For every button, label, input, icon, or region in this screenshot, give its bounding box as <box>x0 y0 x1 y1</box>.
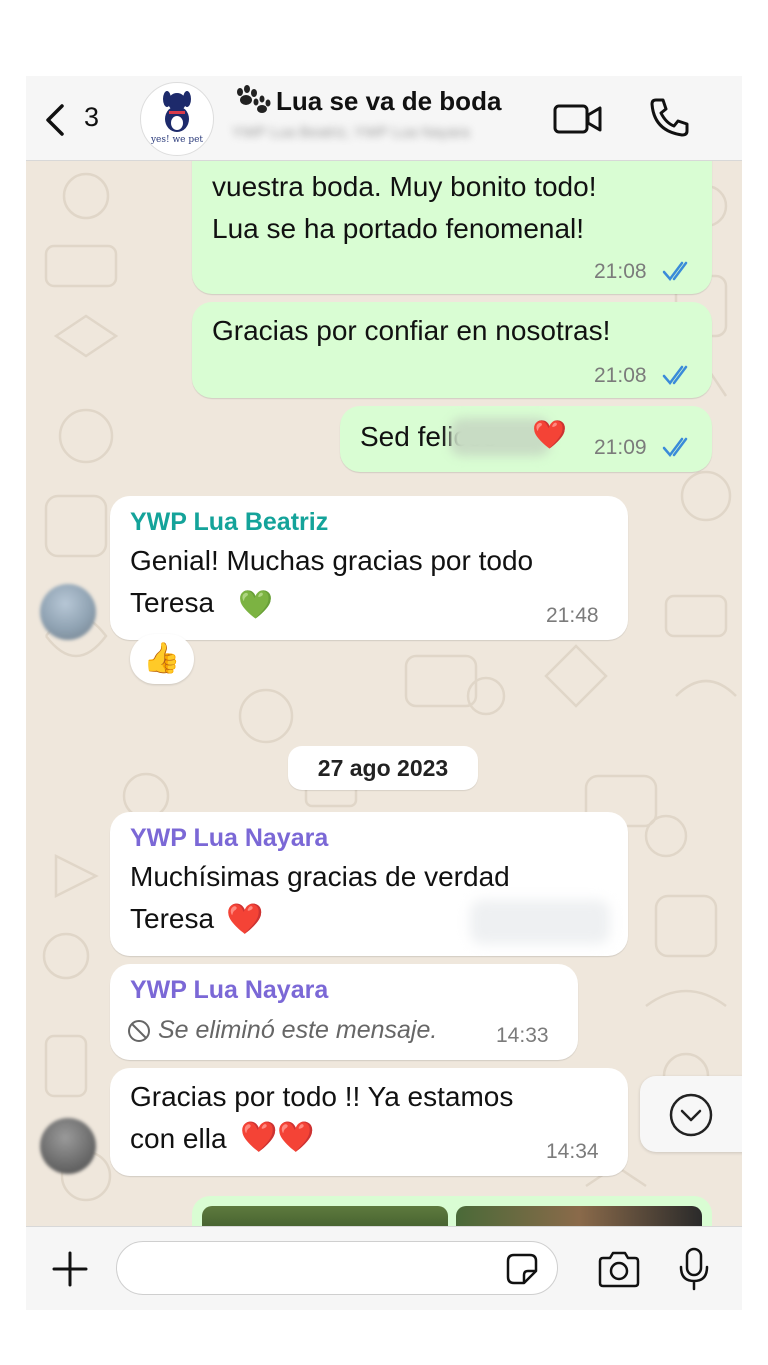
incoming-message[interactable]: YWP Lua Nayara Muchísimas gracias de ver… <box>110 812 628 956</box>
message-time: 21:48 <box>546 604 599 627</box>
group-subtitle[interactable]: YWP Lua Beatriz, YWP Lua Nayara <box>232 124 532 146</box>
sticker-icon[interactable] <box>504 1251 540 1287</box>
green-heart-emoji: 💚 <box>238 589 273 620</box>
heart-emoji: ❤️ <box>226 903 264 936</box>
group-title[interactable]: Lua se va de boda <box>276 86 501 117</box>
logo-text: yes! we pet <box>150 135 204 145</box>
check-double-icon <box>662 437 688 457</box>
message-time: 21:08 <box>594 260 647 283</box>
message-input[interactable] <box>116 1241 558 1295</box>
dog-logo-icon <box>163 91 191 132</box>
incoming-message[interactable]: YWP Lua Beatriz Genial! Muchas gracias p… <box>110 496 628 640</box>
paw-icon <box>237 85 271 113</box>
avatar[interactable] <box>40 584 96 640</box>
message-text: Lua se ha portado fenomenal! <box>212 213 585 244</box>
chevron-down-icon <box>669 1093 713 1137</box>
video-icon[interactable] <box>552 98 604 138</box>
avatar[interactable] <box>40 1118 96 1174</box>
message-text: con ella <box>130 1123 227 1154</box>
scroll-to-bottom-button[interactable] <box>640 1076 742 1152</box>
message-text: vuestra boda. Muy bonito todo! <box>212 171 597 202</box>
message-time: 14:33 <box>496 1024 549 1047</box>
thumbs-up-icon[interactable]: 👍 <box>130 634 194 684</box>
message-text: Gracias por confiar en nosotras! <box>212 315 611 346</box>
check-double-icon <box>662 365 688 385</box>
message-time: 14:34 <box>546 1140 599 1163</box>
outgoing-message[interactable]: Gracias por confiar en nosotras! 21:08 <box>192 302 712 398</box>
message-text: Teresa <box>130 903 215 934</box>
sender-name[interactable]: YWP Lua Nayara <box>130 824 328 853</box>
chat-header: 3 yes! we pet Lua se va de boda YWP Lua … <box>26 76 742 161</box>
incoming-message[interactable]: Gracias por todo !! Ya estamos con ella … <box>110 1068 628 1176</box>
heart-emoji: ❤️ <box>532 419 567 450</box>
message-time: 21:08 <box>594 364 647 387</box>
hearts-emoji: ❤️❤️ <box>240 1121 315 1154</box>
group-avatar[interactable]: yes! we pet <box>140 82 214 156</box>
sender-name[interactable]: YWP Lua Beatriz <box>130 508 328 537</box>
message-text: Teresa <box>130 587 215 618</box>
check-double-icon <box>662 261 688 281</box>
incoming-message[interactable]: YWP Lua Nayara Se eliminó este mensaje. … <box>110 964 578 1060</box>
plus-icon[interactable] <box>50 1249 90 1289</box>
microphone-icon[interactable] <box>674 1245 714 1293</box>
camera-icon[interactable] <box>596 1249 642 1289</box>
prohibited-icon <box>128 1020 150 1042</box>
chat-screen: vuestra boda. Muy bonito todo! Lua se ha… <box>26 76 742 1310</box>
message-text: Muchísimas gracias de verdad <box>130 861 510 892</box>
date-separator: 27 ago 2023 <box>288 746 478 790</box>
sender-name[interactable]: YWP Lua Nayara <box>130 976 328 1005</box>
deleted-message-text: Se eliminó este mensaje. <box>158 1016 438 1044</box>
outgoing-message[interactable]: Sed felices ❤️ 21:09 <box>340 406 712 472</box>
chevron-left-icon[interactable] <box>40 100 70 140</box>
composer-bar <box>26 1226 742 1310</box>
unread-count[interactable]: 3 <box>84 102 99 133</box>
message-text: Genial! Muchas gracias por todo <box>130 545 534 576</box>
redacted-time <box>470 900 610 944</box>
message-text: Gracias por todo !! Ya estamos <box>130 1081 514 1112</box>
message-time: 21:09 <box>594 436 647 459</box>
phone-icon[interactable] <box>646 94 692 140</box>
